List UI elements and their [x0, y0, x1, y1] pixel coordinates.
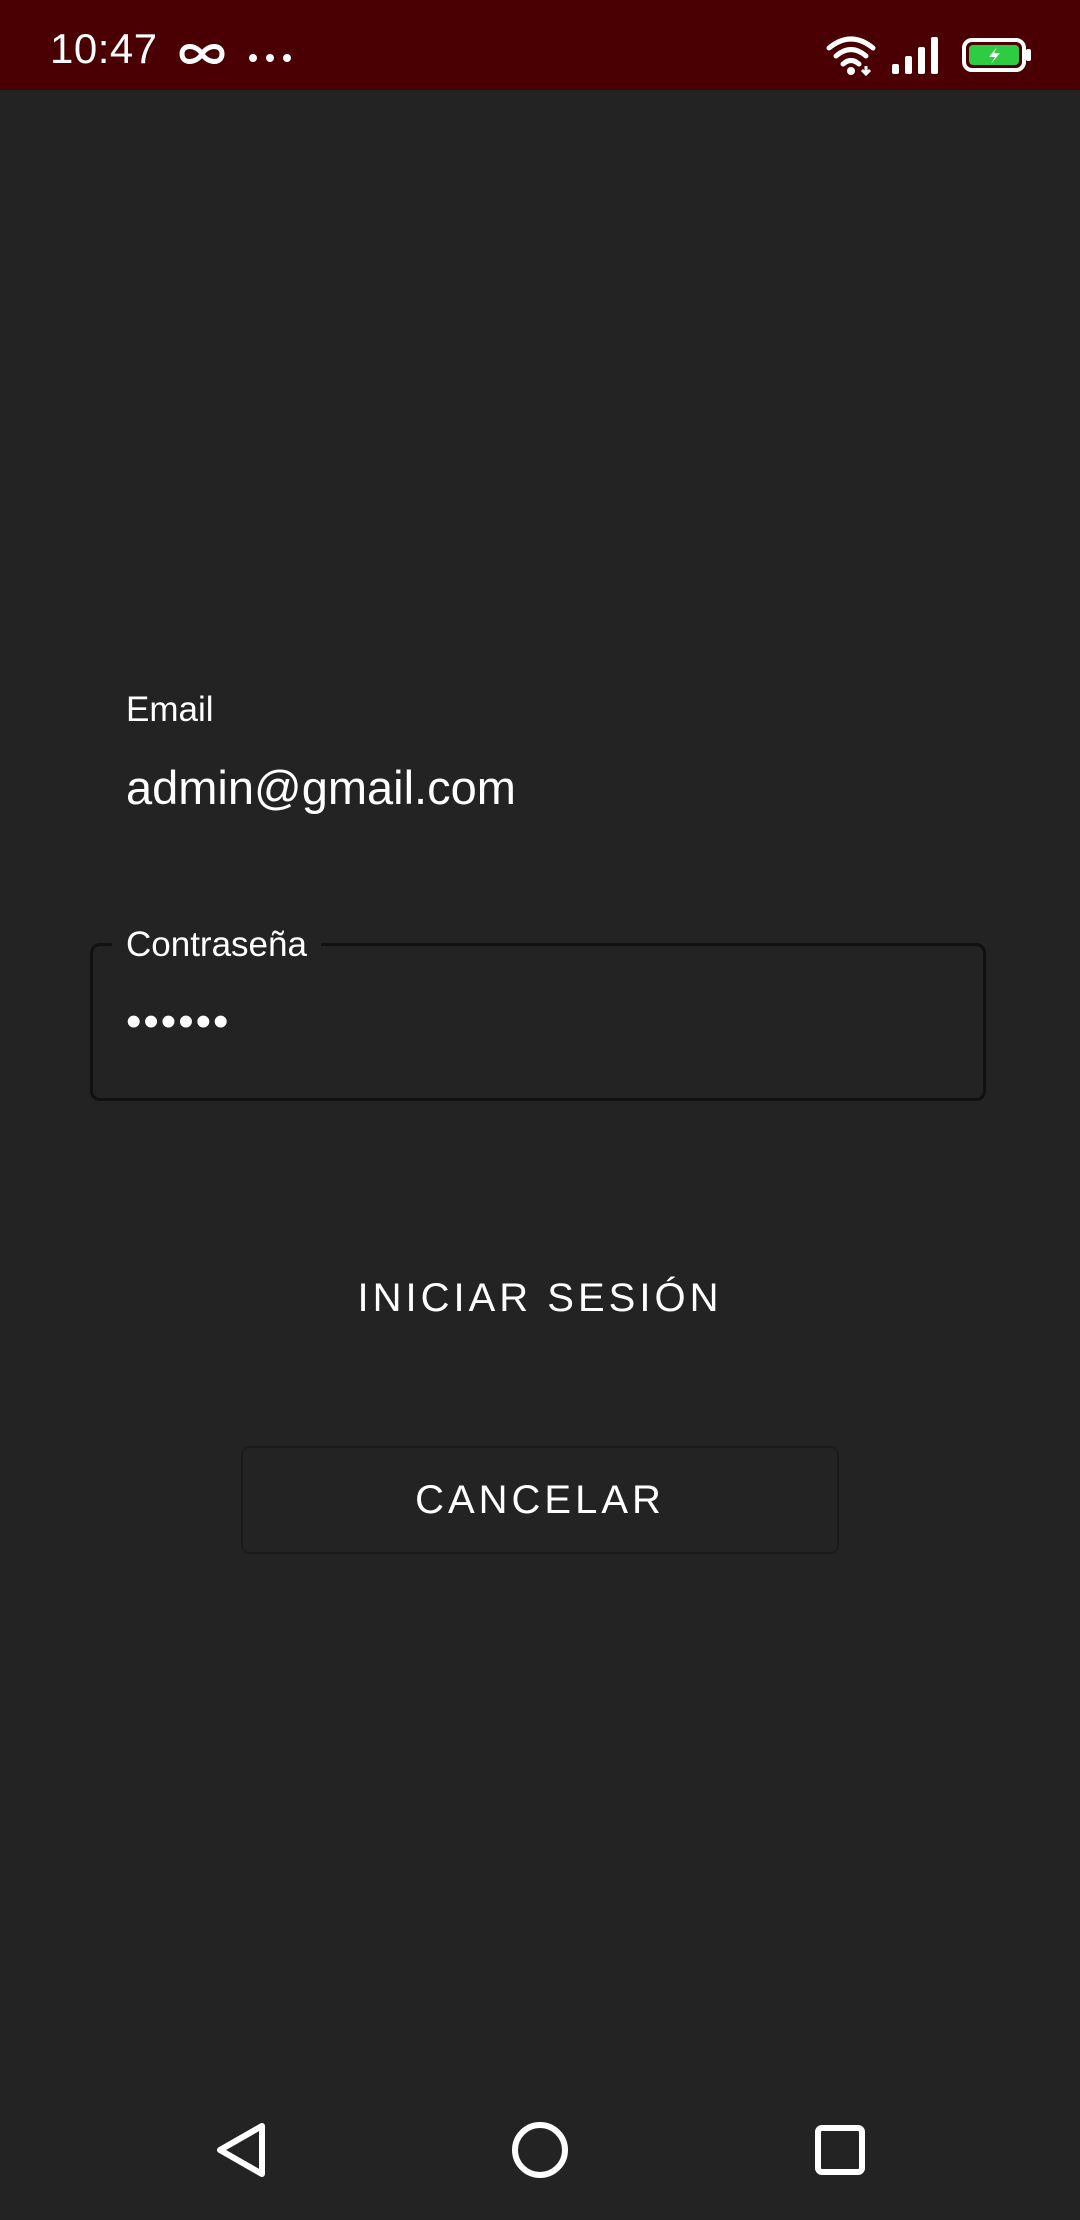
password-value[interactable]: ••••••	[126, 1000, 946, 1044]
login-button[interactable]: INICIAR SESIÓN	[240, 1250, 840, 1346]
login-button-label: INICIAR SESIÓN	[357, 1275, 723, 1320]
cancel-button[interactable]: CANCELAR	[241, 1446, 839, 1554]
email-field[interactable]	[126, 760, 976, 815]
login-screen: 10:47 Email admin@gmail.com Contraseña •…	[0, 0, 1080, 2220]
wifi-icon	[826, 34, 876, 81]
status-time: 10:47	[50, 25, 158, 72]
status-bar: 10:47	[0, 0, 1080, 90]
home-circle-icon	[512, 2122, 568, 2178]
infinity-icon	[176, 40, 228, 73]
signal-icon	[892, 36, 940, 79]
cancel-button-label: CANCELAR	[415, 1477, 665, 1522]
email-label: Email	[126, 690, 214, 729]
recents-button[interactable]	[800, 2110, 880, 2190]
back-triangle-icon	[217, 2123, 265, 2177]
back-button[interactable]	[200, 2110, 280, 2190]
battery-charging-icon	[962, 38, 1032, 77]
home-button[interactable]	[500, 2110, 580, 2190]
password-label: Contraseña	[112, 925, 321, 965]
recents-square-icon	[815, 2125, 865, 2175]
more-dots-icon	[248, 50, 292, 68]
